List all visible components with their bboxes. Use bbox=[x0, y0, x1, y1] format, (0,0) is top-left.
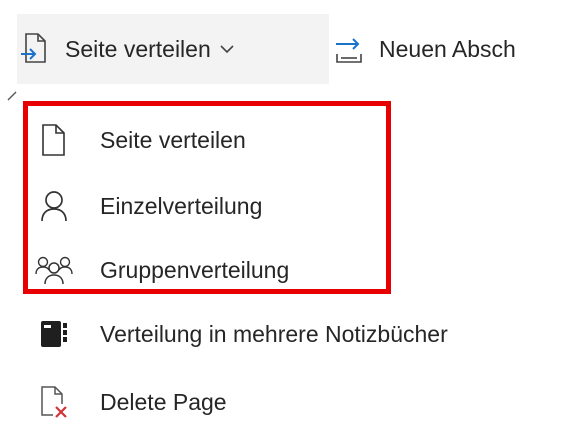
menu-item-group-distribution[interactable]: Gruppenverteilung bbox=[20, 242, 572, 298]
delete-page-icon bbox=[34, 382, 74, 422]
menu-pointer-mark bbox=[6, 88, 20, 102]
distribute-page-label: Seite verteilen bbox=[65, 35, 211, 62]
new-section-button[interactable]: Neuen Absch bbox=[331, 14, 572, 84]
menu-item-label: Verteilung in mehrere Notizbücher bbox=[100, 320, 448, 347]
distribute-page-button[interactable]: Seite verteilen bbox=[17, 14, 329, 84]
notebook-icon bbox=[34, 314, 74, 354]
menu-item-label: Delete Page bbox=[100, 388, 227, 415]
page-distribute-icon bbox=[17, 31, 53, 67]
menu-item-individual-distribution[interactable]: Einzelverteilung bbox=[20, 178, 572, 234]
menu-item-label: Gruppenverteilung bbox=[100, 256, 290, 283]
ribbon-toolbar: Seite verteilen Neuen Absch bbox=[0, 0, 572, 96]
menu-item-distribute-notebooks[interactable]: Verteilung in mehrere Notizbücher bbox=[20, 306, 572, 362]
group-icon bbox=[34, 250, 74, 290]
menu-item-label: Seite verteilen bbox=[100, 126, 246, 153]
new-section-icon bbox=[331, 31, 367, 67]
menu-item-delete-page[interactable]: Delete Page bbox=[20, 374, 572, 430]
distribute-dropdown-menu: Seite verteilen Einzelverteilung Gruppen… bbox=[20, 96, 572, 435]
menu-item-label: Einzelverteilung bbox=[100, 192, 263, 219]
chevron-down-icon[interactable] bbox=[219, 40, 237, 58]
new-section-label: Neuen Absch bbox=[379, 35, 516, 62]
menu-item-distribute-page[interactable]: Seite verteilen bbox=[20, 112, 572, 168]
person-icon bbox=[34, 186, 74, 226]
page-icon bbox=[34, 120, 74, 160]
